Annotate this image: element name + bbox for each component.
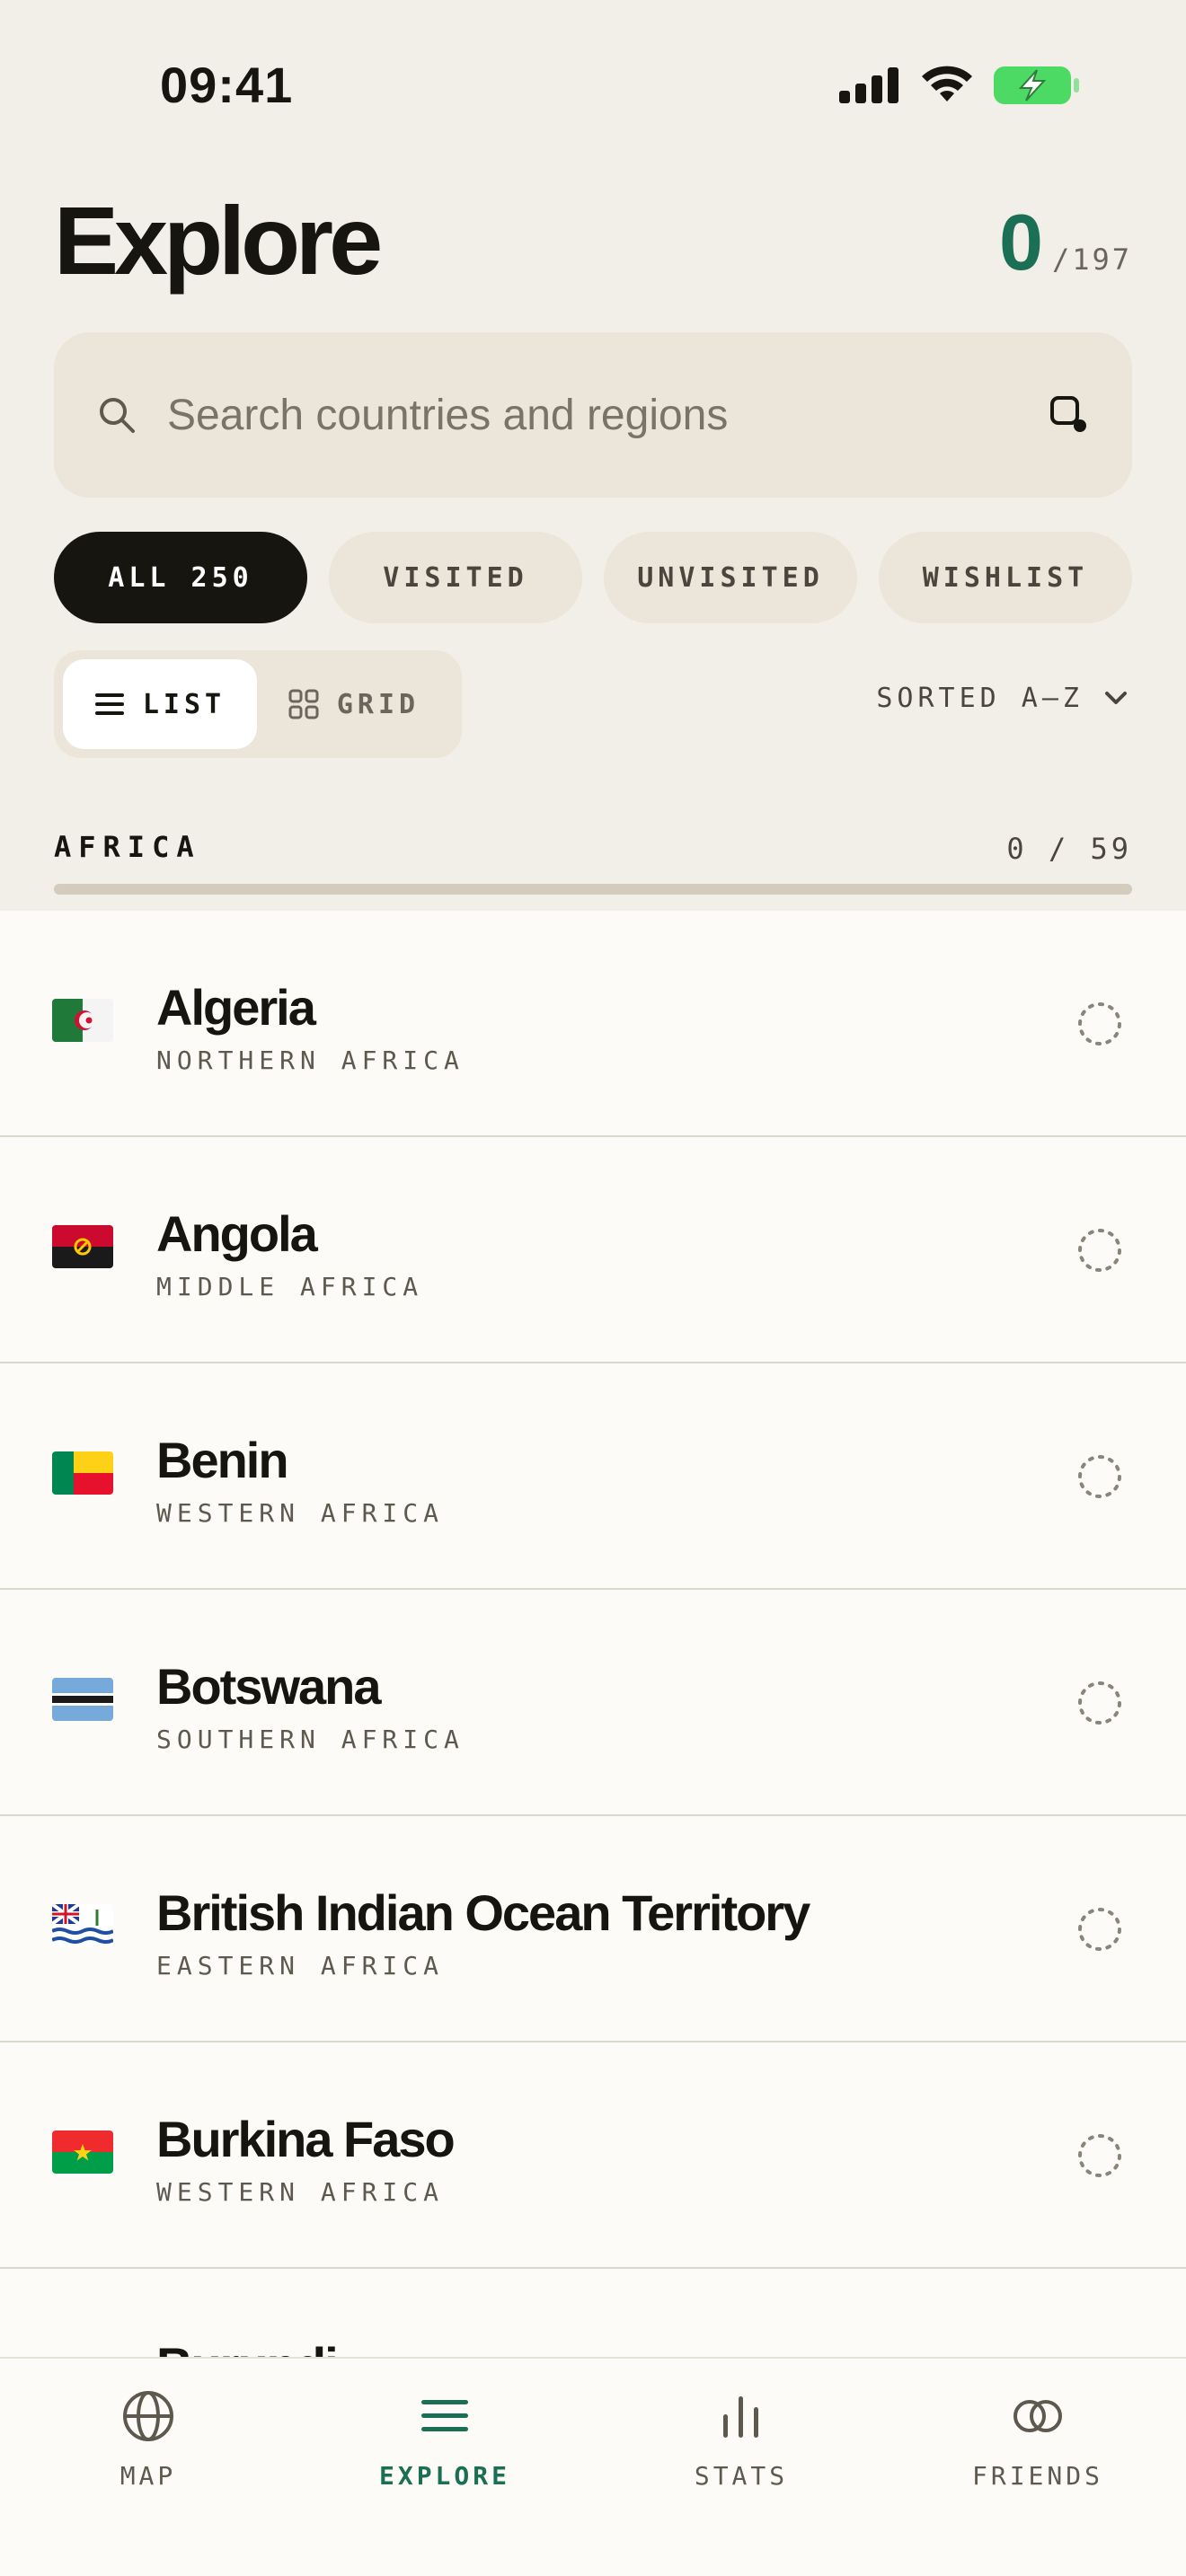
country-list: Algeria NORTHERN AFRICA Angola MIDDLE AF… (0, 911, 1186, 2357)
globe-icon (123, 2391, 173, 2441)
list-icon (421, 2400, 468, 2431)
country-name: Botswana (156, 1658, 381, 1715)
burkina-faso-flag-icon (52, 2130, 113, 2174)
country-name: Angola (156, 1205, 318, 1262)
status-icons (839, 65, 1080, 106)
sort-label: SORTED A–Z (876, 683, 1084, 714)
unvisited-circle-icon[interactable] (1076, 1906, 1123, 1953)
british-indian-ocean-territory-flag-icon (52, 1904, 113, 1947)
list-view-button[interactable]: LIST (63, 659, 257, 749)
search-icon (100, 398, 135, 433)
tab-stats-label: STATS (694, 2461, 789, 2491)
battery-charging-icon (994, 66, 1079, 104)
bar-chart-icon (723, 2396, 758, 2438)
angola-flag-icon (52, 1225, 113, 1268)
country-region: EASTERN AFRICA (156, 1951, 445, 1981)
filter-visited[interactable]: VISITED (329, 532, 582, 623)
country-region: WESTERN AFRICA (156, 2177, 445, 2207)
tab-explore-label: EXPLORE (378, 2461, 510, 2491)
country-name: Burundi (156, 2337, 339, 2357)
country-row[interactable]: Botswana SOUTHERN AFRICA (0, 1590, 1186, 1816)
tab-bar: MAP EXPLORE STATS FRIENDS (0, 2357, 1186, 2576)
total-count: /197 (1051, 243, 1132, 277)
unvisited-circle-icon[interactable] (1076, 1453, 1123, 1500)
filter-unvisited[interactable]: UNVISITED (604, 532, 857, 623)
view-toggle: LIST GRID (54, 650, 462, 758)
unvisited-circle-icon[interactable] (1076, 1001, 1123, 1047)
filter-chips: ALL 250 VISITED UNVISITED WISHLIST (54, 532, 1132, 623)
overlapping-circles-icon (1013, 2400, 1062, 2432)
tab-friends[interactable]: FRIENDS (890, 2359, 1186, 2576)
country-row[interactable]: Benin WESTERN AFRICA (0, 1363, 1186, 1590)
status-time: 09:41 (160, 57, 294, 113)
country-row[interactable]: Burundi (0, 2269, 1186, 2357)
country-region: WESTERN AFRICA (156, 1498, 445, 1528)
tab-map-label: MAP (119, 2461, 177, 2491)
country-row[interactable]: Algeria NORTHERN AFRICA (0, 911, 1186, 1137)
wifi-icon (922, 66, 972, 101)
grid-view-label: GRID (336, 688, 420, 720)
tab-map[interactable]: MAP (0, 2359, 296, 2576)
country-name: Algeria (156, 979, 316, 1036)
country-name: Burkina Faso (156, 2111, 456, 2167)
algeria-flag-icon (52, 999, 113, 1042)
search-bar[interactable] (54, 332, 1132, 498)
country-row[interactable]: British Indian Ocean Territory EASTERN A… (0, 1816, 1186, 2042)
tab-friends-label: FRIENDS (971, 2461, 1103, 2491)
scan-icon[interactable] (1048, 393, 1091, 437)
chevron-down-icon (1105, 691, 1127, 704)
cellular-signal-icon (839, 67, 898, 103)
status-bar: 09:41 (0, 0, 1186, 162)
country-name: Benin (156, 1432, 289, 1488)
unvisited-circle-icon[interactable] (1076, 1680, 1123, 1726)
tab-explore[interactable]: EXPLORE (296, 2359, 593, 2576)
filter-wishlist[interactable]: WISHLIST (879, 532, 1132, 623)
section-title: AFRICA (54, 830, 201, 864)
section-progress-bar (54, 884, 1132, 895)
country-region: NORTHERN AFRICA (156, 1045, 465, 1075)
country-row[interactable]: Burkina Faso WESTERN AFRICA (0, 2042, 1186, 2269)
filter-all[interactable]: ALL 250 (54, 532, 307, 623)
unvisited-circle-icon[interactable] (1076, 1227, 1123, 1274)
list-icon (94, 693, 124, 715)
sort-dropdown[interactable]: SORTED A–Z (876, 683, 1128, 714)
list-view-label: LIST (142, 688, 226, 720)
country-region: MIDDLE AFRICA (156, 1272, 424, 1301)
search-input[interactable] (167, 390, 1048, 440)
section-count: 0 / 59 (1006, 832, 1132, 866)
country-region: SOUTHERN AFRICA (156, 1725, 465, 1754)
grid-view-button[interactable]: GRID (257, 659, 451, 749)
benin-flag-icon (52, 1451, 113, 1495)
tab-stats[interactable]: STATS (593, 2359, 890, 2576)
grid-icon (288, 689, 319, 719)
visited-progress-count: 0 /197 (999, 198, 1132, 287)
unvisited-circle-icon[interactable] (1076, 2132, 1123, 2179)
page-title: Explore (54, 186, 383, 295)
country-row[interactable]: Angola MIDDLE AFRICA (0, 1137, 1186, 1363)
country-name: British Indian Ocean Territory (156, 1884, 810, 1941)
visited-count: 0 (998, 198, 1043, 287)
botswana-flag-icon (52, 1678, 113, 1721)
